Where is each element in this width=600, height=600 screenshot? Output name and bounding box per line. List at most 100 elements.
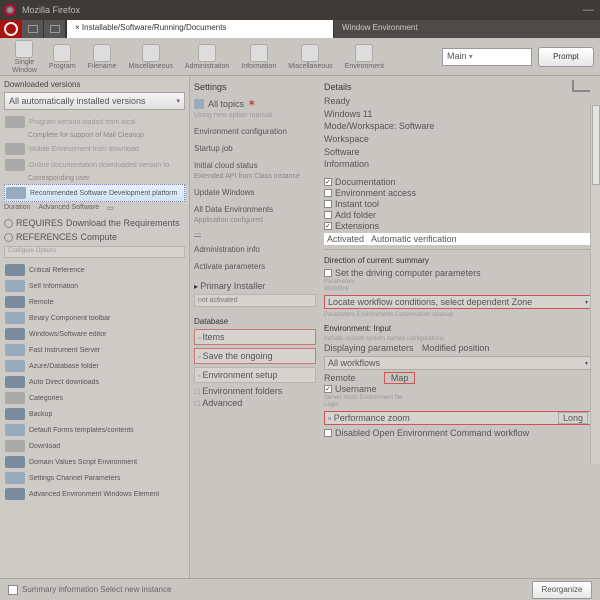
db-save[interactable]: ▫ Save the ongoing — [194, 348, 316, 364]
ribbon-filename[interactable]: Filename — [88, 44, 117, 70]
requires-section: REQUIRESDownload the Requirements — [4, 218, 185, 228]
ribbon-misc2[interactable]: Miscellaneous — [288, 44, 332, 70]
window-title: Mozilla Firefox — [22, 5, 80, 15]
label: Include custom system named configuratio… — [324, 336, 592, 342]
list-item[interactable]: Binary Component toolbar — [4, 310, 185, 326]
app-menu-button[interactable] — [0, 20, 22, 38]
scrollbar-thumb[interactable] — [592, 105, 600, 185]
list-item[interactable]: Settings Channel Parameters — [4, 470, 185, 486]
list-item[interactable]: Mobile Environment from download — [4, 141, 185, 157]
folder-icon — [5, 280, 25, 292]
checkbox-row[interactable]: Disabled Open Environment Command workfl… — [324, 428, 592, 438]
checkbox-icon — [324, 178, 332, 186]
list-item[interactable]: Azure/Database folder — [4, 358, 185, 374]
list-sub: Corresponding user — [4, 173, 185, 184]
list-item[interactable]: Auto Direct downloads — [4, 374, 185, 390]
folder-icon — [5, 424, 25, 436]
mid-link[interactable]: Application configured — [194, 217, 316, 224]
ribbon-misc1[interactable]: Miscellaneous — [129, 44, 173, 70]
ribbon-env[interactable]: Environment — [345, 44, 384, 70]
checkbox-row[interactable]: Username — [324, 384, 592, 394]
prompt-button[interactable]: Prompt — [538, 47, 594, 67]
mid-link[interactable]: Initial cloud status — [194, 161, 316, 170]
checkbox-row[interactable]: Documentation — [324, 177, 592, 187]
footer-text: Summary information Select new instance — [22, 585, 532, 594]
topics-link[interactable]: All topics✶ — [194, 98, 316, 109]
list-item[interactable]: Advanced Environment Windows Element — [4, 486, 185, 502]
arrow-icon — [194, 99, 204, 109]
mid-link[interactable]: All Data Environments — [194, 205, 316, 214]
separator — [324, 249, 592, 250]
list-item[interactable]: Domain Values Script Environment — [4, 454, 185, 470]
list-item-selected[interactable]: Recommended Software Development platfor… — [4, 184, 185, 202]
checkbox-icon — [324, 200, 332, 208]
checkbox-row[interactable]: Add folder — [324, 210, 592, 220]
list-item[interactable]: Categories — [4, 390, 185, 406]
status-block: ReadyWindows 11 Mode/Workspace: Software… — [324, 96, 592, 171]
mid-link[interactable]: Environment configuration — [194, 127, 316, 136]
left-header: Downloaded versions — [4, 80, 185, 89]
document-tab-2[interactable]: Window Environment — [333, 20, 600, 38]
info-icon — [250, 44, 268, 62]
mid-text[interactable]: ☐ Environment folders — [194, 386, 316, 396]
db-items[interactable]: ▫ Items — [194, 329, 316, 345]
checkbox-row[interactable]: Extensions — [324, 221, 592, 231]
list-item[interactable]: Remote — [4, 294, 185, 310]
checkbox-row[interactable]: Environment access — [324, 188, 592, 198]
work-area: Downloaded versions All automatically in… — [0, 76, 600, 578]
label: Parameters — [324, 279, 592, 285]
left-filter-select[interactable]: All automatically installed versions▾ — [4, 92, 185, 110]
list-item[interactable]: Online documentation downloaded version … — [4, 157, 185, 173]
footer-checkbox[interactable] — [8, 585, 18, 595]
workflow-select[interactable]: Locate workflow conditions, select depen… — [324, 295, 592, 309]
highlight-row: Activated Automatic verification — [324, 233, 592, 245]
ribbon-selector[interactable]: Main ▾ — [442, 48, 532, 66]
mid-link[interactable]: Extended API from Class instance — [194, 173, 316, 180]
checkbox-row[interactable]: Instant tool — [324, 199, 592, 209]
section-primary: ▸ Primary Installer — [194, 281, 316, 291]
mid-link[interactable]: Update Windows — [194, 188, 316, 197]
gear-icon — [4, 233, 13, 242]
pkg-icon — [5, 116, 25, 128]
right-panel: Details ReadyWindows 11 Mode/Workspace: … — [320, 76, 600, 578]
list-item[interactable]: Program version loaded from local — [4, 114, 185, 130]
mid-link[interactable]: Administration info — [194, 245, 316, 254]
folder-icon — [5, 488, 25, 500]
cart-icon[interactable] — [572, 80, 590, 92]
mid-link[interactable]: Activate parameters — [194, 262, 316, 271]
ribbon-admin[interactable]: Administration — [185, 44, 229, 70]
checkbox-icon — [324, 385, 332, 393]
home-tab[interactable] — [22, 20, 44, 38]
status-box: not activated — [194, 294, 316, 307]
list-item[interactable]: Default Forms templates/contents — [4, 422, 185, 438]
list-item[interactable]: Self Information — [4, 278, 185, 294]
db-envsetup[interactable]: ▫ Environment setup — [194, 367, 316, 383]
link-underline[interactable]: — — [194, 230, 316, 237]
list-item[interactable]: Critical Reference — [4, 262, 185, 278]
workflows-select[interactable]: All workflows▾ — [324, 356, 592, 370]
reorganize-button[interactable]: Reorganize — [532, 581, 592, 599]
perf-select[interactable]: ▫ Performance zoomLong — [324, 411, 592, 425]
mid-link[interactable]: Startup job — [194, 144, 316, 153]
section-label: Environment: Input — [324, 324, 592, 333]
home-icon — [28, 25, 38, 33]
list-item[interactable]: Fast Instrument Server — [4, 342, 185, 358]
checkbox-row[interactable]: Set the driving computer parameters — [324, 268, 592, 278]
right-header: Details — [324, 82, 592, 92]
list-item[interactable]: Backup — [4, 406, 185, 422]
list-item[interactable]: Download — [4, 438, 185, 454]
references-section: REFERENCESCompute — [4, 232, 185, 242]
folder-icon — [5, 312, 25, 324]
list-item[interactable]: Windows/Software editor — [4, 326, 185, 342]
folder-icon — [5, 360, 25, 372]
minimize-button[interactable]: — — [583, 4, 594, 16]
middle-panel: Settings All topics✶ Using new option ma… — [190, 76, 320, 578]
ribbon-program[interactable]: Program — [49, 44, 76, 70]
secondary-tab[interactable] — [44, 20, 66, 38]
document-tab-1[interactable]: × Installable/Software/Running/Documents — [66, 20, 333, 38]
scrollbar-vertical[interactable] — [590, 104, 600, 464]
ribbon-info[interactable]: Information — [241, 44, 276, 70]
ribbon-single-window[interactable]: SingleWindow — [12, 40, 37, 74]
mid-text[interactable]: ☐ Advanced — [194, 398, 316, 408]
category-bar[interactable]: Configure Options — [4, 246, 185, 258]
